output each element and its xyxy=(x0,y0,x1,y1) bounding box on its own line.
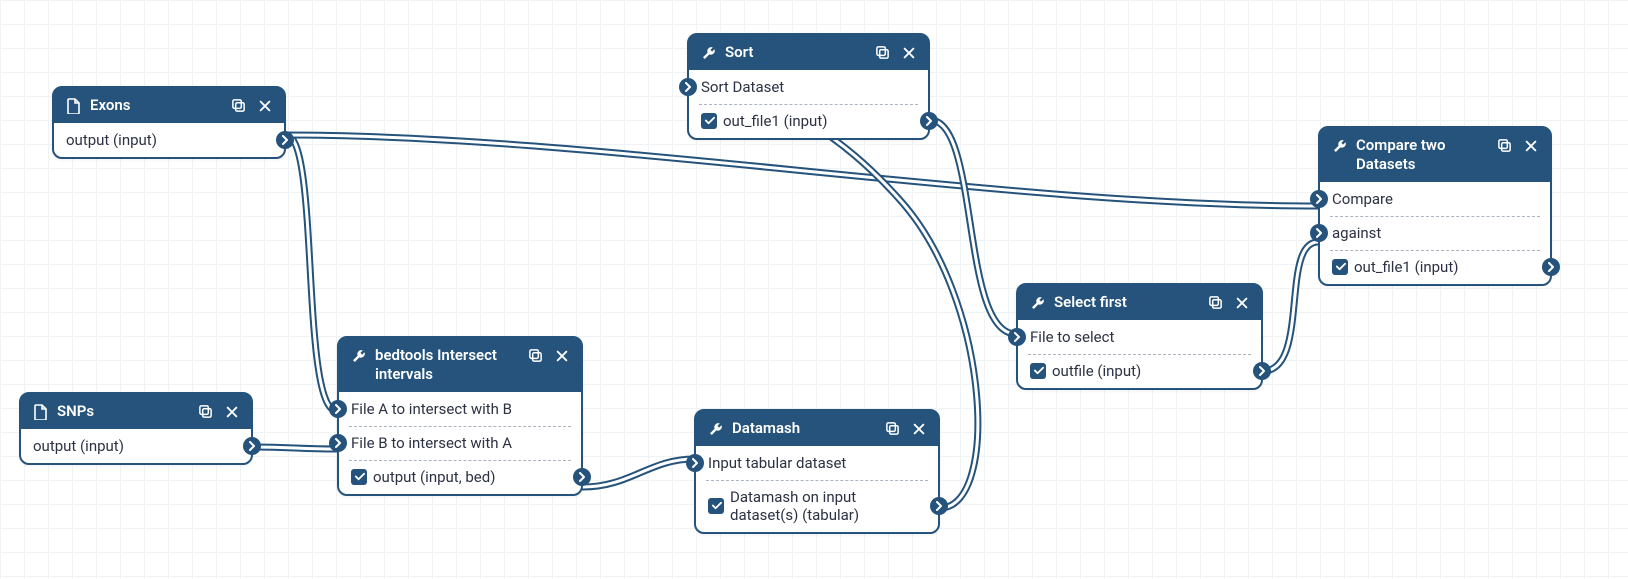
output-row: output (input) xyxy=(54,123,284,157)
check-icon[interactable] xyxy=(1030,363,1046,379)
node-datamash[interactable]: Datamash Input tabular dataset Datamash … xyxy=(694,409,940,534)
input-label: Input tabular dataset xyxy=(708,454,846,472)
close-icon[interactable] xyxy=(902,46,916,60)
input-row: File to select xyxy=(1018,320,1261,354)
clone-icon[interactable] xyxy=(885,421,900,436)
input-port[interactable] xyxy=(1310,190,1328,208)
node-compare[interactable]: Compare two Datasets Compare against out… xyxy=(1318,126,1552,286)
output-row: out_file1 (input) xyxy=(689,104,928,138)
node-title: Exons xyxy=(90,96,223,115)
node-header[interactable]: SNPs xyxy=(21,394,251,429)
check-icon[interactable] xyxy=(708,498,724,514)
input-port[interactable] xyxy=(1008,328,1026,346)
input-port[interactable] xyxy=(329,434,347,452)
close-icon[interactable] xyxy=(912,422,926,436)
wrench-icon xyxy=(351,346,367,364)
input-port[interactable] xyxy=(686,454,704,472)
input-port[interactable] xyxy=(679,78,697,96)
output-row: outfile (input) xyxy=(1018,354,1261,388)
node-title: Select first xyxy=(1054,293,1200,312)
output-port[interactable] xyxy=(573,468,591,486)
input-row: Sort Dataset xyxy=(689,70,928,104)
check-icon[interactable] xyxy=(1332,259,1348,275)
output-port[interactable] xyxy=(1542,258,1560,276)
input-label: File B to intersect with A xyxy=(351,434,512,452)
output-label: out_file1 (input) xyxy=(723,112,827,130)
input-label: Compare xyxy=(1332,190,1393,208)
node-title: SNPs xyxy=(57,402,190,421)
node-snps[interactable]: SNPs output (input) xyxy=(19,392,253,465)
input-row-against: against xyxy=(1320,216,1550,250)
input-row-file-b: File B to intersect with A xyxy=(339,426,581,460)
input-port[interactable] xyxy=(329,400,347,418)
input-row: Input tabular dataset xyxy=(696,446,938,480)
input-label: Sort Dataset xyxy=(701,78,784,96)
input-label: against xyxy=(1332,224,1381,242)
output-label: output (input, bed) xyxy=(373,468,495,486)
clone-icon[interactable] xyxy=(231,98,246,113)
input-label: File A to intersect with B xyxy=(351,400,512,418)
output-row: Datamash on input dataset(s) (tabular) xyxy=(696,480,938,532)
output-label: outfile (input) xyxy=(1052,362,1141,380)
output-port[interactable] xyxy=(930,497,948,515)
wrench-icon xyxy=(708,419,724,437)
output-port[interactable] xyxy=(920,112,938,130)
node-header[interactable]: Select first xyxy=(1018,285,1261,320)
wrench-icon xyxy=(1332,136,1348,154)
output-port[interactable] xyxy=(1253,362,1271,380)
check-icon[interactable] xyxy=(701,113,717,129)
close-icon[interactable] xyxy=(1235,296,1249,310)
node-header[interactable]: Datamash xyxy=(696,411,938,446)
clone-icon[interactable] xyxy=(198,404,213,419)
close-icon[interactable] xyxy=(1524,139,1538,153)
node-select-first[interactable]: Select first File to select outfile (inp… xyxy=(1016,283,1263,390)
clone-icon[interactable] xyxy=(528,348,543,363)
file-icon xyxy=(33,402,49,420)
output-row: output (input) xyxy=(21,429,251,463)
output-label: out_file1 (input) xyxy=(1354,258,1458,276)
output-label: output (input) xyxy=(66,131,157,149)
node-header[interactable]: bedtools Intersect intervals xyxy=(339,338,581,392)
output-port[interactable] xyxy=(276,131,294,149)
node-exons[interactable]: Exons output (input) xyxy=(52,86,286,159)
node-title: Sort xyxy=(725,43,867,62)
wrench-icon xyxy=(1030,293,1046,311)
node-header[interactable]: Exons xyxy=(54,88,284,123)
output-label: output (input) xyxy=(33,437,124,455)
output-row: output (input, bed) xyxy=(339,460,581,494)
file-icon xyxy=(66,96,82,114)
close-icon[interactable] xyxy=(555,349,569,363)
close-icon[interactable] xyxy=(225,405,239,419)
node-header[interactable]: Sort xyxy=(689,35,928,70)
check-icon[interactable] xyxy=(351,469,367,485)
clone-icon[interactable] xyxy=(1497,138,1512,153)
input-label: File to select xyxy=(1030,328,1114,346)
node-sort[interactable]: Sort Sort Dataset out_file1 (input) xyxy=(687,33,930,140)
output-label: Datamash on input dataset(s) (tabular) xyxy=(730,488,926,524)
clone-icon[interactable] xyxy=(875,45,890,60)
wrench-icon xyxy=(701,43,717,61)
node-title: Compare two Datasets xyxy=(1356,136,1489,174)
node-header[interactable]: Compare two Datasets xyxy=(1320,128,1550,182)
output-row: out_file1 (input) xyxy=(1320,250,1550,284)
input-row-compare: Compare xyxy=(1320,182,1550,216)
input-row-file-a: File A to intersect with B xyxy=(339,392,581,426)
node-title: Datamash xyxy=(732,419,877,438)
input-port[interactable] xyxy=(1310,224,1328,242)
clone-icon[interactable] xyxy=(1208,295,1223,310)
output-port[interactable] xyxy=(243,437,261,455)
node-bedtools[interactable]: bedtools Intersect intervals File A to i… xyxy=(337,336,583,496)
close-icon[interactable] xyxy=(258,99,272,113)
node-title: bedtools Intersect intervals xyxy=(375,346,520,384)
